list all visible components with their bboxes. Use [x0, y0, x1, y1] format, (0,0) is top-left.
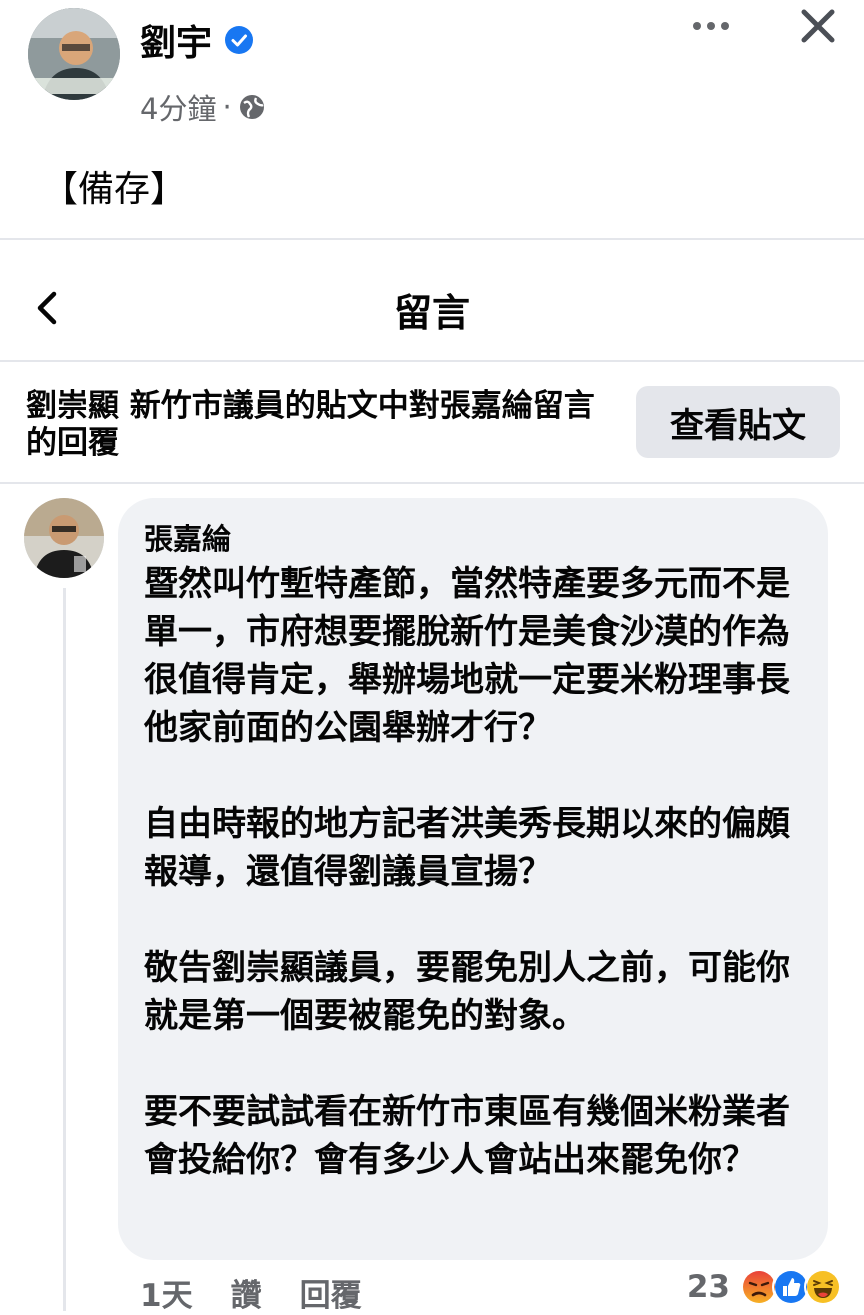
author-avatar[interactable]	[28, 8, 120, 100]
haha-icon	[804, 1268, 842, 1306]
comment-paragraph: 自由時報的地方記者洪美秀長期以來的偏頗報導，還值得劉議員宣揚？	[144, 804, 790, 892]
commenter-name[interactable]: 張嘉綸	[144, 516, 231, 558]
view-post-button[interactable]: 查看貼文	[636, 386, 840, 458]
comment-age[interactable]: 1天	[140, 1270, 193, 1315]
reaction-count: 23	[686, 1269, 730, 1305]
comment-actions: 1天 讚 回覆	[140, 1270, 362, 1315]
comment-paragraph: 要不要試試看在新竹市東區有幾個米粉業者會投給你？會有多少人會站出來罷免你？	[144, 1092, 790, 1180]
reply-button[interactable]: 回覆	[300, 1270, 362, 1315]
post-header: 劉宇 4分鐘 ·	[0, 0, 864, 150]
reply-context-text: 劉崇顯 新竹市議員的貼文中對張嘉綸留言的回覆	[26, 388, 595, 461]
like-button[interactable]: 讚	[231, 1270, 262, 1315]
reaction-summary[interactable]: 23	[687, 1268, 842, 1306]
commenter-avatar[interactable]	[24, 498, 104, 578]
globe-icon	[239, 95, 264, 119]
post-text: 【備存】	[42, 169, 187, 210]
comments-bar: 留言	[0, 240, 864, 360]
author-name[interactable]: 劉宇	[140, 14, 254, 66]
comment-bubble: 張嘉綸 暨然叫竹塹特產節，當然特產要多元而不是單一，市府想要擺脫新竹是美食沙漠的…	[118, 498, 828, 1260]
meta-separator: ·	[222, 90, 232, 124]
comment-body: 暨然叫竹塹特產節，當然特產要多元而不是單一，市府想要擺脫新竹是美食沙漠的作為很值…	[144, 560, 814, 1232]
author-name-text[interactable]: 劉宇	[140, 14, 212, 66]
verified-badge-icon	[225, 26, 254, 54]
comment-paragraph: 暨然叫竹塹特產節，當然特產要多元而不是單一，市府想要擺脫新竹是美食沙漠的作為很值…	[144, 564, 790, 748]
reply-context: 劉崇顯 新竹市議員的貼文中對張嘉綸留言的回覆 查看貼文	[0, 362, 864, 480]
post-timestamp[interactable]: 4分鐘	[140, 86, 216, 128]
close-icon[interactable]	[796, 4, 840, 48]
thread-line	[63, 588, 66, 1311]
divider	[0, 482, 864, 484]
comments-title: 留言	[393, 291, 470, 335]
more-options-icon[interactable]	[690, 14, 732, 38]
post-meta: 4分鐘 ·	[140, 86, 266, 128]
comment-paragraph: 敬告劉崇顯議員，要罷免別人之前，可能你就是第一個要被罷免的對象。	[144, 948, 790, 1036]
